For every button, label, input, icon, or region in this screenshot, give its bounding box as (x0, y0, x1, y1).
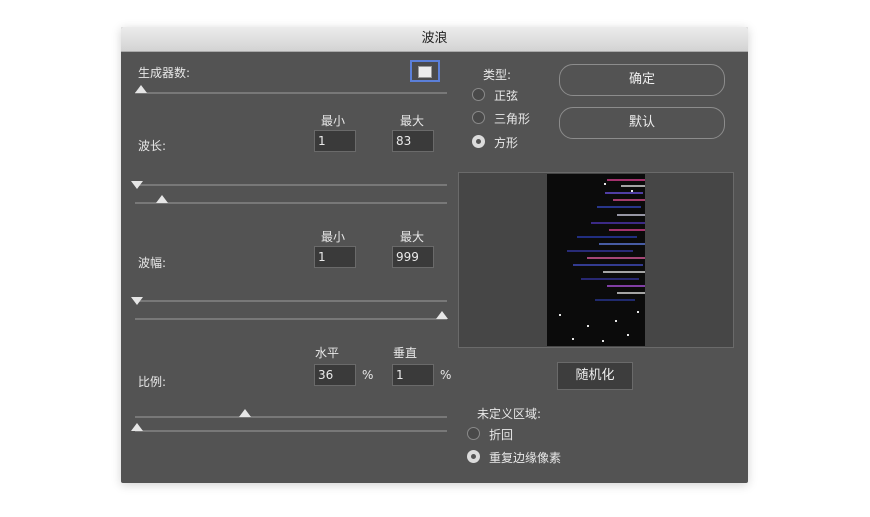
scale-label: 比例: (138, 375, 167, 389)
amplitude-min-slider-thumb[interactable] (131, 297, 143, 305)
scale-horizontal-slider-thumb[interactable] (239, 409, 251, 417)
wavelength-max-input[interactable]: 83 (392, 130, 434, 152)
generators-slider-thumb[interactable] (135, 85, 147, 93)
wave-dialog: 波浪 生成器数: 最小 最大 波长: 1 83 最小 最大 波幅: 1 999 … (121, 27, 748, 483)
type-square-radio[interactable] (472, 135, 485, 148)
wavelength-min-slider-thumb[interactable] (131, 181, 143, 189)
wavelength-max-slider-thumb[interactable] (156, 195, 168, 203)
scale-horizontal-slider[interactable] (135, 416, 447, 418)
wavelength-min-input[interactable]: 1 (314, 130, 356, 152)
amplitude-min-label: 最小 (321, 230, 346, 244)
wavelength-min-slider[interactable] (135, 184, 447, 186)
type-triangle-label: 三角形 (494, 112, 531, 126)
preview-area (458, 172, 734, 348)
wrap-around-radio[interactable] (467, 427, 480, 440)
wavelength-label: 波长: (138, 139, 167, 153)
repeat-edge-pixels-radio[interactable] (467, 450, 480, 463)
type-sine-radio[interactable] (472, 88, 485, 101)
type-square-label: 方形 (494, 136, 519, 150)
scale-vertical-input[interactable]: 1 (392, 364, 434, 386)
randomize-button[interactable]: 随机化 (557, 362, 633, 390)
wavelength-max-label: 最大 (400, 114, 425, 128)
generator-preview-icon[interactable] (410, 60, 440, 82)
repeat-edge-pixels-label: 重复边缘像素 (489, 451, 562, 465)
ok-button[interactable]: 确定 (559, 64, 725, 96)
undefined-area-label: 未定义区域: (477, 407, 542, 421)
generators-slider[interactable] (135, 92, 447, 94)
dialog-title: 波浪 (121, 27, 748, 52)
amplitude-min-input[interactable]: 1 (314, 246, 356, 268)
generators-label: 生成器数: (138, 66, 191, 80)
scale-vertical-percent: % (440, 368, 452, 382)
scale-vertical-slider-thumb[interactable] (131, 423, 143, 431)
type-sine-label: 正弦 (494, 89, 519, 103)
preview-image (547, 174, 645, 346)
wavelength-max-slider[interactable] (135, 202, 447, 204)
scale-horizontal-input[interactable]: 36 (314, 364, 356, 386)
scale-vertical-label: 垂直 (393, 346, 418, 360)
scale-vertical-slider[interactable] (135, 430, 447, 432)
type-triangle-radio[interactable] (472, 111, 485, 124)
amplitude-max-input[interactable]: 999 (392, 246, 434, 268)
wrap-around-label: 折回 (489, 428, 514, 442)
default-button[interactable]: 默认 (559, 107, 725, 139)
amplitude-min-slider[interactable] (135, 300, 447, 302)
scale-horizontal-percent: % (362, 368, 374, 382)
type-label: 类型: (483, 68, 512, 82)
scale-horizontal-label: 水平 (315, 346, 340, 360)
amplitude-max-slider-thumb[interactable] (436, 311, 448, 319)
amplitude-max-slider[interactable] (135, 318, 447, 320)
wave-preview-graphic (547, 174, 645, 346)
amplitude-label: 波幅: (138, 256, 167, 270)
wavelength-min-label: 最小 (321, 114, 346, 128)
amplitude-max-label: 最大 (400, 230, 425, 244)
